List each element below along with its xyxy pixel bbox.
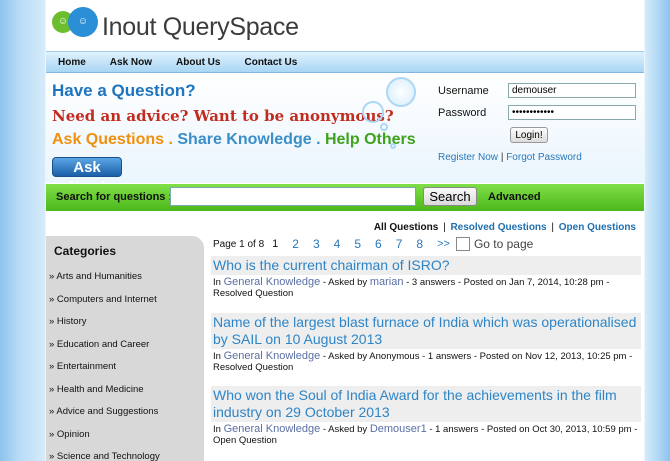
page-link[interactable]: 3 — [313, 237, 320, 251]
question-category-link[interactable]: General Knowledge — [224, 350, 321, 362]
go-to-page-checkbox[interactable] — [455, 237, 470, 251]
question-filters: All Questions | Resolved Questions | Ope… — [373, 222, 636, 233]
page-link[interactable]: 7 — [396, 237, 403, 251]
category-item[interactable]: » Arts and Humanities — [46, 266, 204, 289]
site-logo[interactable]: ☺ ☺ Inout QuerySpace — [52, 6, 299, 48]
question-meta: In General Knowledge - Asked by Anonymou… — [213, 350, 633, 374]
question-author-link[interactable]: marian — [370, 276, 404, 288]
advanced-search-link[interactable]: Advanced — [488, 191, 541, 203]
question-item: Who won the Soul of India Award for the … — [211, 386, 641, 446]
ask-now-button[interactable]: Ask Now! — [52, 157, 122, 195]
nav-about-us[interactable]: About Us — [176, 57, 220, 68]
hero-headline: Have a Question? — [52, 81, 196, 100]
username-input[interactable] — [508, 83, 636, 98]
nav-home[interactable]: Home — [58, 57, 86, 68]
login-links: Register Now | Forgot Password — [438, 152, 582, 163]
page-link[interactable]: 2 — [292, 237, 299, 251]
page: ☺ ☺ Inout QuerySpace Home Ask Now About … — [46, 0, 644, 461]
page-info: Page 1 of 8 — [213, 238, 265, 250]
site-name: Inout QuerySpace — [102, 12, 299, 41]
register-link[interactable]: Register Now — [438, 152, 498, 163]
page-link[interactable]: 5 — [354, 237, 361, 251]
main-nav: Home Ask Now About Us Contact Us — [46, 51, 644, 73]
password-label: Password — [438, 107, 487, 119]
decorative-circle — [380, 123, 388, 131]
category-item[interactable]: » Education and Career — [46, 334, 204, 357]
search-button[interactable]: Search — [423, 187, 477, 206]
question-item: Who is the current chairman of ISRO? In … — [211, 256, 641, 299]
filter-resolved-questions[interactable]: Resolved Questions — [450, 222, 546, 233]
page-link[interactable]: 6 — [375, 237, 382, 251]
question-title-link[interactable]: Who won the Soul of India Award for the … — [211, 386, 641, 422]
question-title-link[interactable]: Name of the largest blast furnace of Ind… — [211, 313, 641, 349]
next-page-link[interactable]: >> — [437, 238, 450, 250]
speech-bubbles-icon: ☺ ☺ — [52, 7, 100, 47]
nav-ask-now[interactable]: Ask Now — [110, 57, 152, 68]
category-item[interactable]: » Computers and Internet — [46, 289, 204, 312]
decorative-circle — [386, 77, 416, 107]
search-label: Search for questions : — [56, 191, 173, 203]
search-bar: Search for questions : Search Advanced — [46, 184, 644, 211]
forgot-password-link[interactable]: Forgot Password — [506, 152, 582, 163]
question-title-link[interactable]: Who is the current chairman of ISRO? — [211, 256, 641, 275]
decorative-circle — [390, 143, 396, 149]
question-author-link[interactable]: Demouser1 — [370, 423, 427, 435]
question-category-link[interactable]: General Knowledge — [224, 423, 321, 435]
go-to-page-label: Go to page — [473, 237, 534, 251]
category-item[interactable]: » Opinion — [46, 424, 204, 447]
category-item[interactable]: » History — [46, 311, 204, 334]
pagination: Page 1 of 8 1 2 3 4 5 6 7 8 >> Go to pag… — [213, 237, 533, 251]
question-meta: In General Knowledge - Asked by Demouser… — [213, 423, 638, 447]
nav-contact-us[interactable]: Contact Us — [244, 57, 297, 68]
search-input[interactable] — [170, 187, 416, 206]
page-link[interactable]: 8 — [416, 237, 423, 251]
filter-open-questions[interactable]: Open Questions — [559, 222, 636, 233]
question-item: Name of the largest blast furnace of Ind… — [211, 313, 641, 373]
page-link[interactable]: 4 — [334, 237, 341, 251]
password-input[interactable] — [508, 105, 636, 120]
login-button[interactable]: Login! — [510, 127, 548, 143]
categories-title: Categories — [54, 244, 117, 258]
hero-subheadline: Need an advice? Want to be anonymous? — [52, 107, 394, 125]
category-item[interactable]: » Health and Medicine — [46, 379, 204, 402]
question-meta: In General Knowledge - Asked by marian -… — [213, 276, 610, 300]
hero-tagline: Ask Questions . Share Knowledge . Help O… — [52, 131, 416, 148]
categories-sidebar: Categories » Arts and Humanities » Compu… — [46, 236, 204, 461]
category-item[interactable]: » Science and Technology — [46, 446, 204, 461]
decorative-circle — [362, 101, 384, 123]
filter-all-questions[interactable]: All Questions — [374, 222, 438, 233]
current-page: 1 — [272, 238, 279, 250]
username-label: Username — [438, 85, 489, 97]
question-category-link[interactable]: General Knowledge — [224, 276, 321, 288]
hero-banner: Have a Question? Need an advice? Want to… — [46, 73, 644, 195]
category-item[interactable]: » Entertainment — [46, 356, 204, 379]
category-item[interactable]: » Advice and Suggestions — [46, 401, 204, 424]
